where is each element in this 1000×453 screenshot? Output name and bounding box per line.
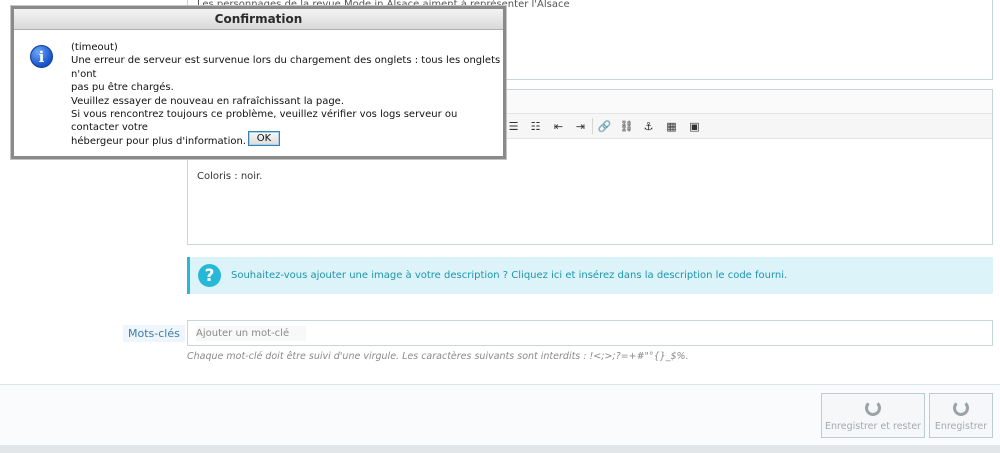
footer-bar: Enregistrer et rester Enregistrer <box>0 384 1000 445</box>
toolbar-separator <box>592 118 593 134</box>
dialog-title[interactable]: Confirmation <box>14 9 503 30</box>
save-button[interactable]: Enregistrer <box>929 393 993 438</box>
editor-line: Coloris : noir. <box>197 171 263 182</box>
alert-text-end: et insérez dans la description le code f… <box>562 270 788 281</box>
save-label: Enregistrer <box>934 420 988 432</box>
keywords-input[interactable] <box>196 326 306 341</box>
spinner-icon <box>953 399 969 416</box>
image-help-alert: ? Souhaitez-vous ajouter une image à vot… <box>187 257 993 294</box>
spinner-icon <box>865 399 881 416</box>
keywords-label: Mots-clés <box>123 325 185 342</box>
confirmation-dialog: Confirmation i (timeout) Une erreur de s… <box>11 6 506 159</box>
bullet-list-icon[interactable]: ☰ <box>504 117 523 135</box>
link-icon[interactable]: 🔗 <box>595 117 614 135</box>
save-and-stay-label: Enregistrer et rester <box>825 420 921 432</box>
info-icon: i <box>30 45 53 68</box>
numbered-list-icon[interactable]: ☷ <box>526 117 545 135</box>
dialog-line: (timeout) <box>71 42 118 53</box>
dialog-line: Si vous rencontrez toujours ce problème,… <box>71 109 458 134</box>
dialog-message: (timeout) Une erreur de serveur est surv… <box>71 41 501 148</box>
unlink-icon[interactable]: ⛓ <box>617 117 636 135</box>
image-icon[interactable]: ▣ <box>685 117 704 135</box>
outdent-icon[interactable]: ⇤ <box>549 117 568 135</box>
indent-icon[interactable]: ⇥ <box>571 117 590 135</box>
click-here-link[interactable]: Cliquez ici <box>511 270 562 281</box>
keywords-help: Chaque mot-clé doit être suivi d'une vir… <box>187 351 689 362</box>
alert-text-start: Souhaitez-vous ajouter une image à votre… <box>231 270 512 281</box>
save-and-stay-button[interactable]: Enregistrer et rester <box>821 393 925 438</box>
bottom-strip <box>0 445 1000 453</box>
keywords-field[interactable] <box>187 320 993 346</box>
media-icon[interactable]: ▦ <box>662 117 681 135</box>
dialog-line: Une erreur de serveur est survenue lors … <box>71 55 501 80</box>
dialog-line: hébergeur pour plus d'information. <box>71 135 246 147</box>
dialog-line: pas pu être chargés. <box>71 82 174 94</box>
alert-text: Souhaitez-vous ajouter une image à votre… <box>231 270 787 281</box>
ok-button[interactable]: OK <box>248 131 280 146</box>
question-icon: ? <box>198 264 221 287</box>
dialog-line: Veuillez essayer de nouveau en rafraîchi… <box>71 95 345 107</box>
anchor-icon[interactable]: ⚓ <box>639 117 658 135</box>
